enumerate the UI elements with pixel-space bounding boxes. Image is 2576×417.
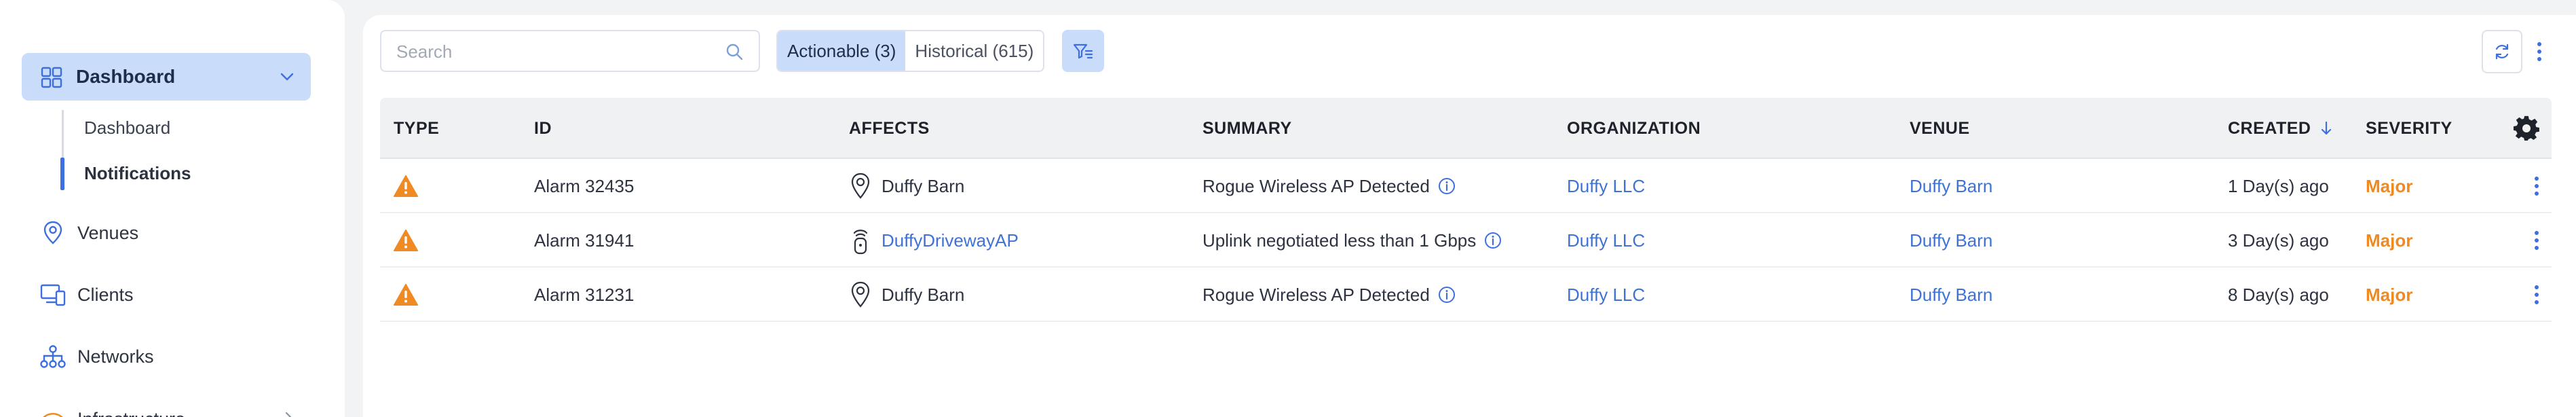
alarm-id: Alarm 31231	[534, 284, 634, 305]
organization-link[interactable]: Duffy LLC	[1567, 213, 1645, 268]
info-icon[interactable]	[1484, 232, 1502, 249]
location-pin-icon	[851, 281, 870, 308]
chevron-right-icon[interactable]	[281, 410, 296, 417]
kebab-icon	[2537, 42, 2541, 61]
affects-cell: DuffyDrivewayAP	[849, 213, 1019, 268]
search-icon[interactable]	[725, 42, 744, 61]
kebab-icon	[2535, 231, 2539, 250]
row-actions-button[interactable]	[2530, 225, 2543, 255]
created-time: 3 Day(s) ago	[2228, 230, 2329, 251]
severity-badge: Major	[2366, 230, 2413, 251]
chevron-down-icon[interactable]	[278, 68, 296, 86]
refresh-icon	[2495, 43, 2509, 60]
column-header-summary[interactable]: SUMMARY	[1202, 98, 1292, 159]
alarm-id: Alarm 32435	[534, 175, 634, 196]
sidebar-item-label: Venues	[77, 222, 139, 243]
network-icon	[39, 343, 67, 370]
summary-cell: Rogue Wireless AP Detected	[1202, 159, 1456, 213]
wifi-icon	[39, 405, 67, 417]
access-point-icon	[853, 230, 868, 255]
column-header-venue[interactable]: VENUE	[1910, 98, 1970, 159]
warning-icon	[394, 230, 418, 251]
tab-historical[interactable]: Historical (615)	[905, 31, 1044, 71]
table-row[interactable]: Alarm 32435 Duffy Barn Rogue Wireless AP…	[380, 159, 2552, 213]
sidebar: Dashboard Dashboard Notifications Venues…	[0, 0, 345, 417]
column-header-severity[interactable]: SEVERITY	[2366, 98, 2452, 159]
filter-button[interactable]	[1062, 30, 1104, 72]
more-options-button[interactable]	[2528, 30, 2551, 73]
active-submenu-marker	[60, 158, 64, 190]
warning-icon	[394, 175, 418, 197]
summary-cell: Uplink negotiated less than 1 Gbps	[1202, 213, 1502, 268]
table-row[interactable]: Alarm 31941 DuffyDrivewayAP Uplink negot…	[380, 213, 2552, 268]
summary-text: Rogue Wireless AP Detected	[1202, 175, 1430, 196]
type-cell	[394, 213, 418, 268]
notification-view-toggle: Actionable (3) Historical (615)	[776, 30, 1045, 72]
kebab-icon	[2535, 285, 2539, 304]
sidebar-item-label: Dashboard	[76, 66, 176, 87]
organization-link[interactable]: Duffy LLC	[1567, 159, 1645, 213]
location-pin-icon	[851, 173, 870, 199]
tab-actionable[interactable]: Actionable (3)	[778, 31, 906, 71]
sort-descending-icon	[2322, 121, 2332, 135]
submenu-item-dashboard[interactable]: Dashboard	[84, 117, 170, 139]
gear-icon[interactable]	[2513, 115, 2540, 142]
severity-badge: Major	[2366, 284, 2413, 305]
info-icon[interactable]	[1438, 286, 1456, 304]
sidebar-item-label: Networks	[77, 346, 154, 367]
type-cell	[394, 159, 418, 213]
filter-icon	[1073, 43, 1093, 59]
summary-text: Rogue Wireless AP Detected	[1202, 284, 1430, 305]
kebab-icon	[2535, 177, 2539, 196]
search-box	[380, 30, 760, 72]
sidebar-item-dashboard[interactable]: Dashboard	[22, 53, 311, 101]
summary-text: Uplink negotiated less than 1 Gbps	[1202, 230, 1477, 251]
alarm-id: Alarm 31941	[534, 230, 634, 251]
affects-cell: Duffy Barn	[849, 268, 964, 322]
row-actions-button[interactable]	[2530, 280, 2543, 310]
venue-link[interactable]: Duffy Barn	[1910, 213, 1992, 268]
search-input[interactable]	[396, 39, 695, 64]
location-pin-icon	[39, 219, 67, 247]
column-header-organization[interactable]: ORGANIZATION	[1567, 98, 1701, 159]
table-header: TYPE ID AFFECTS SUMMARY ORGANIZATION VEN…	[380, 98, 2552, 159]
sidebar-item-networks[interactable]: Networks	[39, 340, 154, 374]
sidebar-item-venues[interactable]: Venues	[39, 216, 138, 250]
devices-icon	[39, 281, 67, 308]
access-point-link[interactable]: DuffyDrivewayAP	[882, 230, 1019, 251]
organization-link[interactable]: Duffy LLC	[1567, 268, 1645, 322]
column-header-created[interactable]: CREATED	[2228, 98, 2332, 159]
sidebar-item-clients[interactable]: Clients	[39, 278, 134, 312]
created-time: 8 Day(s) ago	[2228, 284, 2329, 305]
info-icon[interactable]	[1438, 177, 1456, 195]
severity-badge: Major	[2366, 175, 2413, 196]
dashboard-icon	[41, 67, 62, 88]
affects-label: Duffy Barn	[882, 175, 965, 196]
row-actions-button[interactable]	[2530, 171, 2543, 201]
refresh-button[interactable]	[2482, 30, 2522, 73]
venue-link[interactable]: Duffy Barn	[1910, 159, 1992, 213]
column-header-type[interactable]: TYPE	[394, 98, 439, 159]
sidebar-item-infrastructure[interactable]: Infrastructure	[39, 402, 185, 417]
sidebar-item-label: Clients	[77, 284, 134, 305]
created-time: 1 Day(s) ago	[2228, 175, 2329, 196]
affects-cell: Duffy Barn	[849, 159, 964, 213]
notifications-panel: Actionable (3) Historical (615) TYPE ID …	[363, 15, 2576, 417]
affects-label: Duffy Barn	[882, 284, 965, 305]
warning-icon	[394, 284, 418, 306]
column-header-affects[interactable]: AFFECTS	[849, 98, 930, 159]
venue-link[interactable]: Duffy Barn	[1910, 268, 1992, 322]
column-header-id[interactable]: ID	[534, 98, 552, 159]
type-cell	[394, 268, 418, 322]
submenu-item-notifications[interactable]: Notifications	[84, 163, 191, 184]
sidebar-item-label: Infrastructure	[77, 409, 185, 417]
summary-cell: Rogue Wireless AP Detected	[1202, 268, 1456, 322]
table-row[interactable]: Alarm 31231 Duffy Barn Rogue Wireless AP…	[380, 268, 2552, 322]
column-header-label: CREATED	[2228, 118, 2311, 138]
